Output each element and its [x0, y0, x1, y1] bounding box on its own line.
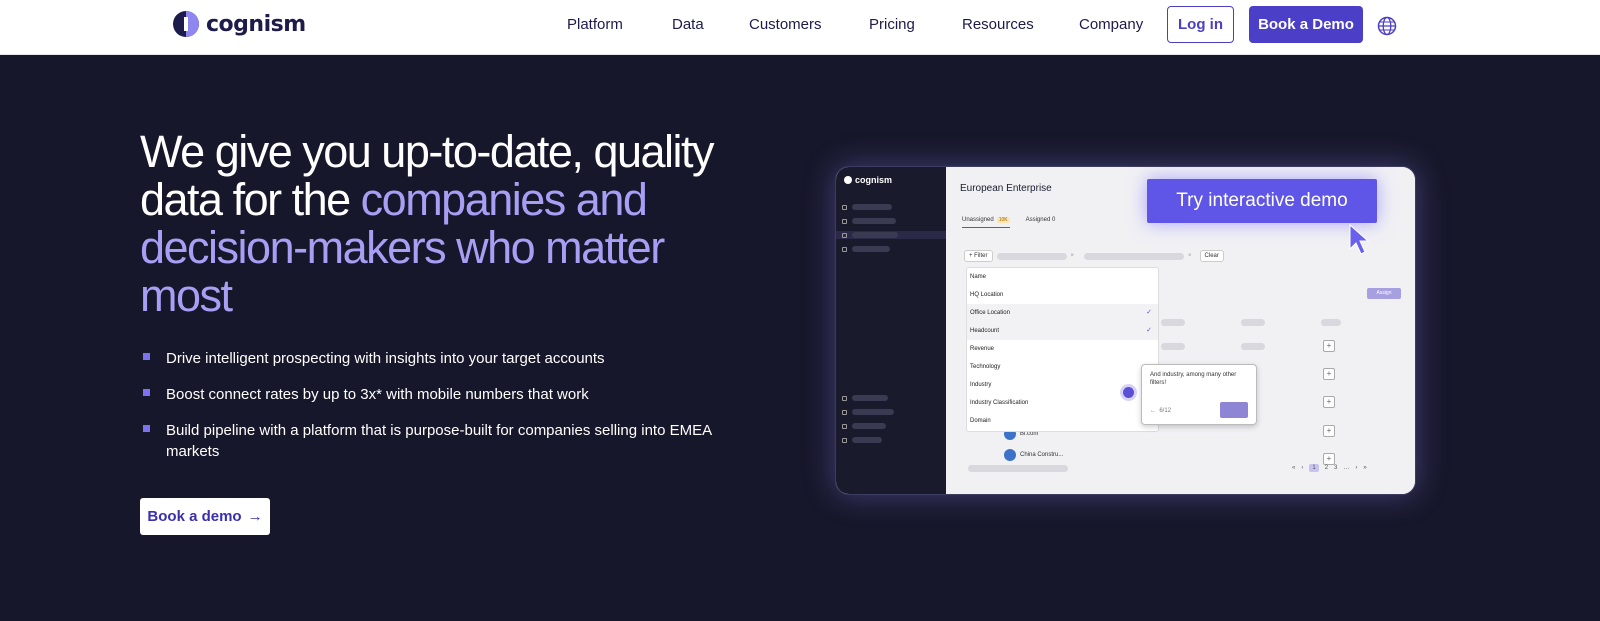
filter-option: Technology [970, 364, 1001, 370]
filter-dropdown: Name HQ Location Office Location ✓ Headco… [966, 267, 1159, 432]
hero-headline: We give you up-to-date, quality data for… [140, 128, 760, 320]
add-icon: + [1323, 368, 1335, 380]
add-icon: + [1323, 396, 1335, 408]
mockup-tabs: Unassigned 10K Assigned 0 [962, 217, 1055, 228]
check-icon: ✓ [1146, 327, 1152, 334]
add-icon: + [1323, 340, 1335, 352]
try-interactive-demo-button[interactable]: Try interactive demo [1147, 179, 1377, 223]
tooltip-step: ← 6/12 [1150, 408, 1172, 414]
feature-list: Drive intelligent prospecting with insig… [140, 348, 740, 477]
pagination: «‹ 1 2 3 … ›» [1292, 464, 1367, 472]
bullet-square-icon [143, 353, 150, 360]
sidebar-placeholder-row [836, 231, 946, 239]
nav-customers[interactable]: Customers [749, 16, 822, 33]
bullet-square-icon [143, 425, 150, 432]
filter-option: Office Location ✓ [967, 304, 1158, 322]
nav-pricing[interactable]: Pricing [869, 16, 915, 33]
tab-assigned: Assigned 0 [1025, 217, 1056, 223]
add-icon: + [1323, 425, 1335, 437]
mockup-logo-icon [844, 176, 852, 184]
filter-option: Revenue [970, 346, 995, 352]
nav-platform[interactable]: Platform [567, 16, 623, 33]
list-item: Drive intelligent prospecting with insig… [140, 348, 740, 369]
sidebar-placeholder-row [842, 408, 894, 416]
nav-resources[interactable]: Resources [962, 16, 1034, 33]
tour-hotspot-dot [1123, 387, 1134, 398]
sidebar-placeholder-row [842, 436, 882, 444]
filter-option: Headcount ✓ [967, 322, 1158, 340]
book-a-demo-cta-button[interactable]: Book a demo → [140, 498, 270, 535]
assign-button: Assign [1367, 288, 1401, 299]
mockup-logo: cognism [844, 175, 892, 185]
mockup-list-title: European Enterprise [960, 183, 1052, 194]
bullet-square-icon [143, 389, 150, 396]
sidebar-placeholder-row [842, 422, 886, 430]
top-navigation-bar: cognism Platform Data Customers Pricing … [0, 0, 1600, 55]
logo-text: cognism [206, 11, 306, 37]
tab-unassigned: Unassigned 10K [962, 217, 1010, 228]
sidebar-placeholder-row [842, 245, 890, 253]
cta-label: Book a demo [147, 508, 242, 525]
sidebar-placeholder-row [842, 217, 896, 225]
check-icon: ✓ [1146, 309, 1152, 316]
sidebar-placeholder-row [842, 394, 888, 402]
list-item: Boost connect rates by up to 3x* with mo… [140, 384, 740, 405]
filter-button: + Filter [964, 250, 993, 262]
tour-tooltip: And industry, among many other filters! … [1141, 364, 1257, 425]
cognism-logo-icon [172, 10, 200, 38]
filter-option: HQ Location [970, 292, 1004, 298]
nav-data[interactable]: Data [672, 16, 704, 33]
clear-button: Clear [1199, 250, 1224, 262]
filter-option: Name [970, 274, 987, 280]
tooltip-text: And industry, among many other filters! [1150, 372, 1237, 386]
mockup-filter-row: + Filter × × Clear [964, 250, 1224, 262]
cognism-logo[interactable]: cognism [172, 9, 306, 39]
book-demo-button[interactable]: Book a Demo [1249, 6, 1363, 43]
nav-company[interactable]: Company [1079, 16, 1143, 33]
sidebar-placeholder-row [842, 203, 892, 211]
globe-icon[interactable] [1377, 16, 1397, 36]
company-row: China Constru... [1004, 449, 1063, 461]
list-item: Build pipeline with a platform that is p… [140, 420, 740, 462]
product-demo-preview[interactable]: cognism European Enterprise Unassigned 10… [835, 166, 1416, 495]
mouse-cursor-icon [1349, 223, 1370, 255]
bullet-text: Boost connect rates by up to 3x* with mo… [166, 386, 589, 403]
tooltip-next-button [1220, 402, 1248, 418]
arrow-right-icon: → [247, 508, 263, 525]
bullet-text: Drive intelligent prospecting with insig… [166, 350, 605, 367]
bullet-text: Build pipeline with a platform that is p… [166, 422, 712, 460]
mockup-logo-text: cognism [855, 175, 893, 185]
mockup-sidebar: cognism [836, 167, 946, 494]
login-button[interactable]: Log in [1167, 6, 1234, 43]
filter-option: Domain [970, 418, 991, 424]
